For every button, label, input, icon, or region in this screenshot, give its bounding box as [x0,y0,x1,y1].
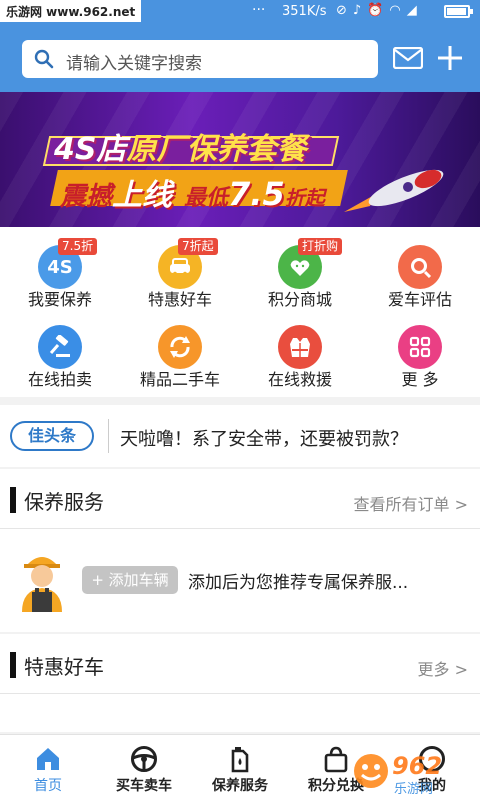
watermark-brand: 乐游网 [394,782,434,797]
nav-maintenance-label: 保养服务 [212,778,268,794]
feature-item-label: 在线救援 [267,370,332,389]
search-icon [34,49,54,69]
shopping-bag-icon [324,746,348,773]
discount-tag: 7.5折 [58,238,98,255]
search-input[interactable]: 请输入关键字搜索 [22,40,378,78]
status-icons: ⊘♪⏰◠◢ [336,3,423,18]
smiley-logo-icon [354,754,388,788]
feature-item-grid[interactable]: 更 多 [360,311,480,391]
site-logo-watermark: 962 乐游网 [348,748,476,797]
refresh-icon [158,325,202,369]
feature-item-label: 我要保养 [27,290,92,309]
section-marker [10,487,16,513]
maintenance-header: 保养服务 查看所有订单 > [0,469,480,529]
watermark-number: 962 [392,752,443,780]
rocket-icon [344,169,444,212]
search-placeholder: 请输入关键字搜索 [66,54,202,74]
feature-grid: 4S 7.5折 我要保养 7折起 特惠好车 打折购 积分商城 爱车评估 在线拍卖 精品二手车 在线救… [0,227,480,397]
headline-divider [108,419,109,453]
feature-item-label: 爱车评估 [387,290,452,309]
headline-logo: 佳头条 [10,421,94,451]
headline-text[interactable]: 天啦噜！系了安全带，还要被罚款？ [120,425,408,451]
oil-can-icon [231,747,249,773]
home-icon [37,748,59,770]
battery-icon [444,5,473,18]
nav-buy-sell-car[interactable]: 买车卖车 [96,735,192,800]
site-watermark: 乐游网 www.962.net [0,0,142,22]
feature-item-gavel[interactable]: 在线拍卖 [0,311,120,391]
nav-maintenance[interactable]: 保养服务 [192,735,288,800]
plus-icon[interactable] [437,45,463,71]
feature-item-vest[interactable]: 在线救援 [240,311,360,391]
nav-buy-sell-label: 买车卖车 [116,778,172,794]
mechanic-icon [22,557,62,612]
magnifier-icon [398,245,442,289]
grid-icon [398,325,442,369]
feature-item-magnifier[interactable]: 爱车评估 [360,231,480,311]
feature-item-label: 特惠好车 [147,290,212,309]
alarm-icon: ⏰ [367,3,390,18]
add-vehicle-button[interactable]: + 添加车辆 [82,566,178,594]
no-sim-icon: ⊘ [336,3,353,18]
view-all-orders-link[interactable]: 查看所有订单 > [354,491,469,515]
network-speed: 351K/s [282,4,327,19]
feature-item-label: 更 多 [401,370,439,389]
nav-home-label: 首页 [34,778,62,794]
deals-header: 特惠好车 更多 > [0,634,480,694]
gavel-icon [38,325,82,369]
app-header: 请输入关键字搜索 [0,24,480,92]
discount-tag: 7折起 [178,238,218,255]
feature-item-4s[interactable]: 4S 7.5折我要保养 [0,231,120,311]
status-dots: ··· [252,2,266,18]
maintenance-section: 保养服务 查看所有订单 > + 添加车辆 添加后为您推荐专属保养服... [0,469,480,632]
feature-item-gift[interactable]: 打折购积分商城 [240,231,360,311]
feature-item-label: 积分商城 [267,290,332,309]
vest-icon [278,325,322,369]
steering-wheel-icon [131,746,157,772]
feature-item-label: 在线拍卖 [27,370,92,389]
discount-tag: 打折购 [298,238,343,255]
section-marker [10,652,16,678]
promo-banner[interactable] [0,92,480,227]
news-headline-bar[interactable]: 佳头条 天啦噜！系了安全带，还要被罚款？ [0,405,480,467]
mail-icon[interactable] [393,47,423,69]
maintenance-title: 保养服务 [24,490,104,514]
wifi-icon: ◠ [389,3,407,18]
deals-title: 特惠好车 [24,655,104,679]
nav-home[interactable]: 首页 [0,735,96,800]
status-bar: 乐游网 www.962.net ··· 351K/s ⊘♪⏰◠◢ [0,0,480,24]
signal-icon: ◢ [406,3,423,18]
maintenance-body: + 添加车辆 添加后为您推荐专属保养服... [0,530,480,632]
add-vehicle-hint: 添加后为您推荐专属保养服... [188,573,409,593]
feature-item-car[interactable]: 7折起特惠好车 [120,231,240,311]
feature-item-refresh[interactable]: 精品二手车 [120,311,240,391]
battery-level [447,8,466,15]
mute-icon: ♪ [352,3,368,18]
deals-more-link[interactable]: 更多 > [418,656,469,680]
deals-section: 特惠好车 更多 > [0,634,480,732]
badge-4s-text: 4S [47,257,73,278]
feature-item-label: 精品二手车 [139,370,220,389]
